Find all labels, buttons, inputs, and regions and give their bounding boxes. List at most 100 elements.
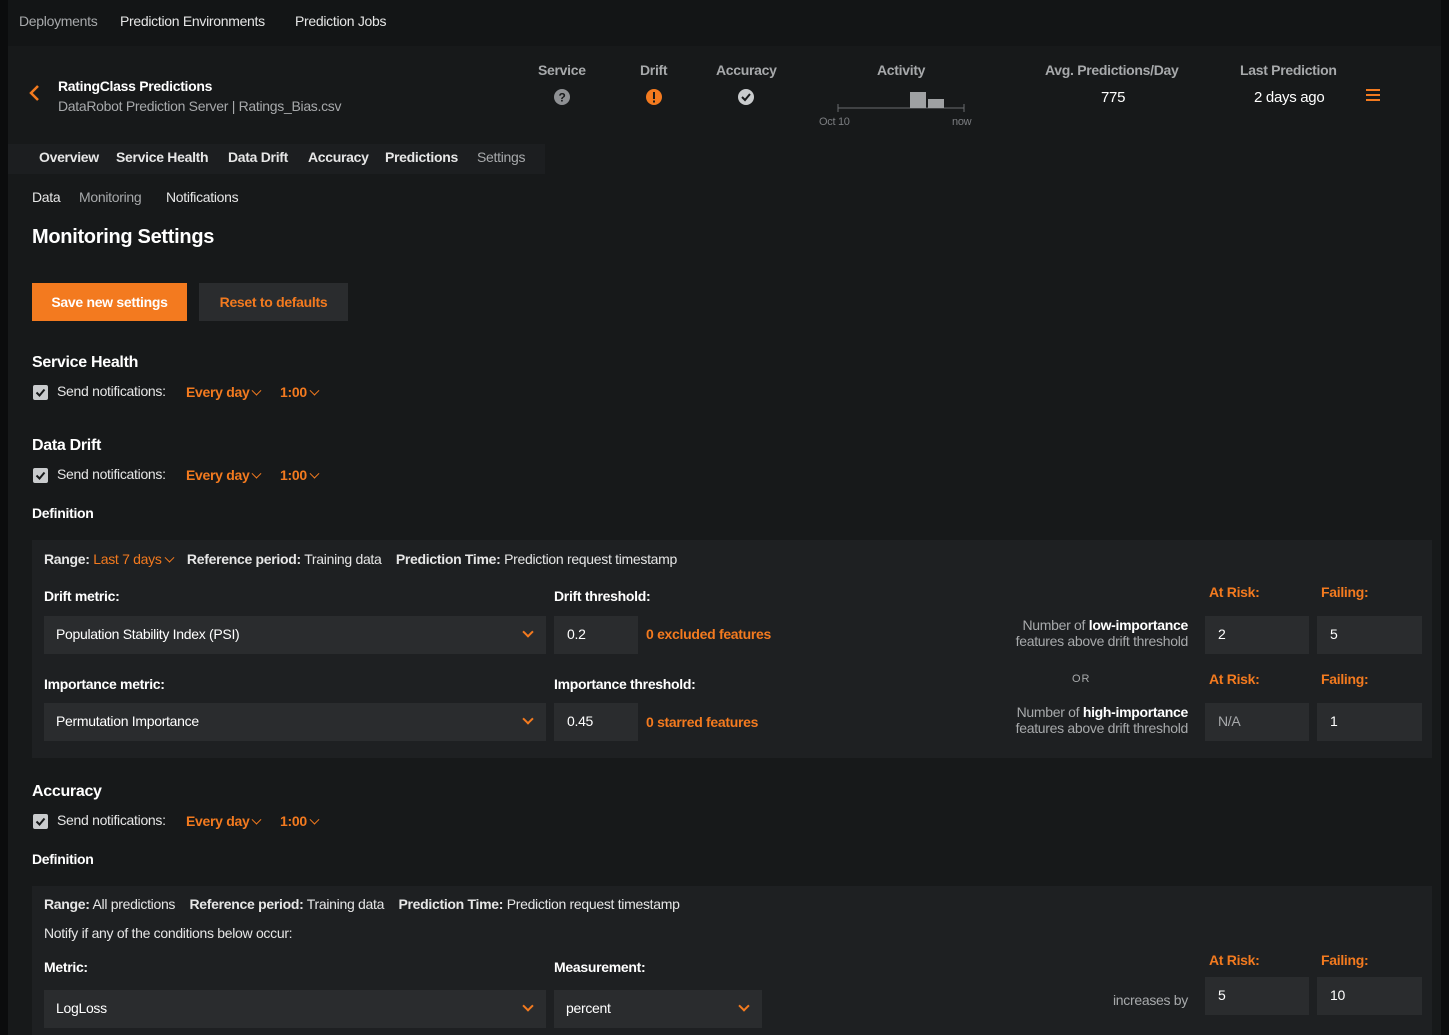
last-prediction-label: Last Prediction [1240, 62, 1337, 78]
save-settings-button[interactable]: Save new settings [32, 283, 187, 321]
data-drift-checkbox[interactable] [33, 468, 48, 483]
accuracy-at-risk-label: At Risk: [1209, 952, 1260, 968]
accuracy-at-risk-input[interactable]: 5 [1205, 977, 1309, 1015]
importance-threshold-input[interactable]: 0.45 [554, 703, 638, 741]
menu-icon[interactable] [1366, 89, 1380, 101]
service-health-checkbox[interactable] [33, 385, 48, 400]
accuracy-title: Accuracy [32, 783, 102, 800]
reset-defaults-button[interactable]: Reset to defaults [199, 283, 348, 321]
measurement-select[interactable]: percent [554, 990, 762, 1028]
chevron-down-icon [252, 385, 262, 396]
service-health-time-dropdown[interactable]: 1:00 [280, 384, 320, 400]
accuracy-definition-panel: Range: All predictions Reference period:… [32, 886, 1432, 1035]
accuracy-frequency-dropdown[interactable]: Every day [186, 813, 262, 829]
reference-period-value: Training data [306, 896, 385, 912]
drift-metric-select[interactable]: Population Stability Index (PSI) [44, 616, 546, 654]
data-drift-definition-panel: Range: Last 7 days Reference period: Tra… [32, 540, 1432, 758]
prediction-time-label: Prediction Time: [398, 896, 504, 912]
reference-period-label: Reference period: [186, 551, 301, 567]
data-drift-title: Data Drift [32, 437, 102, 454]
activity-start-label: Oct 10 [819, 116, 850, 128]
increases-by-label: increases by [1113, 992, 1188, 1008]
accuracy-send-label: Send notifications: [57, 812, 166, 828]
drift-metric-label: Drift metric: [44, 588, 120, 604]
prediction-time-label: Prediction Time: [395, 551, 501, 567]
tab-service-health[interactable]: Service Health [116, 149, 209, 165]
subtab-data[interactable]: Data [32, 189, 61, 205]
range-label: Range: [44, 551, 90, 567]
chevron-down-icon [252, 468, 262, 479]
range-value: All predictions [92, 896, 176, 912]
avg-predictions-value: 775 [1101, 89, 1126, 106]
service-health-frequency-dropdown[interactable]: Every day [186, 384, 262, 400]
low-failing-input[interactable]: 5 [1317, 616, 1422, 654]
tab-accuracy[interactable]: Accuracy [308, 149, 369, 165]
tab-settings[interactable]: Settings [477, 149, 525, 165]
accuracy-failing-input[interactable]: 10 [1317, 977, 1422, 1015]
tab-predictions[interactable]: Predictions [385, 149, 458, 165]
importance-metric-select[interactable]: Permutation Importance [44, 703, 546, 741]
nav-deployments[interactable]: Deployments [19, 13, 98, 29]
chevron-down-icon [309, 385, 320, 396]
high-at-risk-input[interactable]: N/A [1205, 703, 1309, 741]
nav-prediction-jobs[interactable]: Prediction Jobs [295, 13, 387, 29]
notify-conditions-text: Notify if any of the conditions below oc… [44, 925, 293, 941]
high-failing-input[interactable]: 1 [1317, 703, 1422, 741]
chevron-down-icon [522, 713, 534, 725]
data-drift-range-dropdown[interactable]: Last 7 days [93, 551, 175, 567]
service-label: Service [538, 62, 586, 78]
chevron-left-icon[interactable] [28, 84, 42, 102]
service-health-send-label: Send notifications: [57, 383, 166, 399]
accuracy-checkbox[interactable] [33, 814, 48, 829]
or-separator: OR [1072, 673, 1091, 685]
prediction-time-value: Prediction request timestamp [504, 551, 678, 567]
data-drift-range-row: Range: Last 7 days Reference period: Tra… [44, 551, 677, 567]
chevron-down-icon [522, 626, 534, 638]
tab-overview[interactable]: Overview [39, 149, 99, 165]
importance-threshold-label: Importance threshold: [554, 676, 696, 692]
drift-threshold-input[interactable]: 0.2 [554, 616, 638, 654]
metric-select[interactable]: LogLoss [44, 990, 546, 1028]
chevron-down-icon [309, 468, 320, 479]
activity-sparkline [837, 92, 965, 112]
drift-threshold-label: Drift threshold: [554, 588, 651, 604]
question-icon[interactable]: ? [554, 89, 570, 105]
check-icon[interactable] [738, 89, 754, 105]
low-at-risk-input[interactable]: 2 [1205, 616, 1309, 654]
drift-label: Drift [640, 62, 668, 78]
prediction-time-value: Prediction request timestamp [506, 896, 680, 912]
accuracy-label: Accuracy [716, 62, 777, 78]
top-nav: Deployments Prediction Environments Pred… [8, 0, 1441, 46]
nav-prediction-environments[interactable]: Prediction Environments [120, 13, 265, 29]
deployment-tabs: Overview Service Health Data Drift Accur… [8, 144, 545, 174]
low-at-risk-label: At Risk: [1209, 584, 1260, 600]
data-drift-frequency-dropdown[interactable]: Every day [186, 467, 262, 483]
chevron-down-icon [252, 814, 262, 825]
data-drift-send-label: Send notifications: [57, 466, 166, 482]
data-drift-definition-label: Definition [32, 505, 94, 521]
high-importance-note: Number of high-importance features above … [1015, 704, 1189, 736]
importance-metric-label: Importance metric: [44, 676, 165, 692]
deployment-header: RatingClass Predictions DataRobot Predic… [8, 46, 1441, 146]
service-health-title: Service Health [32, 354, 139, 371]
metric-label: Metric: [44, 959, 88, 975]
chevron-down-icon [309, 814, 320, 825]
last-prediction-value: 2 days ago [1254, 89, 1325, 106]
activity-end-label: now [952, 116, 972, 128]
reference-period-label: Reference period: [189, 896, 304, 912]
chevron-down-icon [164, 552, 175, 563]
warning-icon[interactable] [646, 89, 662, 105]
tab-data-drift[interactable]: Data Drift [228, 149, 288, 165]
starred-features-link[interactable]: 0 starred features [646, 714, 758, 730]
avg-predictions-label: Avg. Predictions/Day [1045, 62, 1179, 78]
accuracy-time-dropdown[interactable]: 1:00 [280, 813, 320, 829]
excluded-features-link[interactable]: 0 excluded features [646, 626, 771, 642]
app-frame: Deployments Prediction Environments Pred… [8, 0, 1441, 1035]
activity-label: Activity [877, 62, 926, 78]
data-drift-time-dropdown[interactable]: 1:00 [280, 467, 320, 483]
accuracy-definition-label: Definition [32, 851, 94, 867]
reference-period-value: Training data [304, 551, 382, 567]
subtab-notifications[interactable]: Notifications [166, 189, 239, 205]
subtab-monitoring[interactable]: Monitoring [79, 189, 142, 205]
range-label: Range: [44, 896, 90, 912]
